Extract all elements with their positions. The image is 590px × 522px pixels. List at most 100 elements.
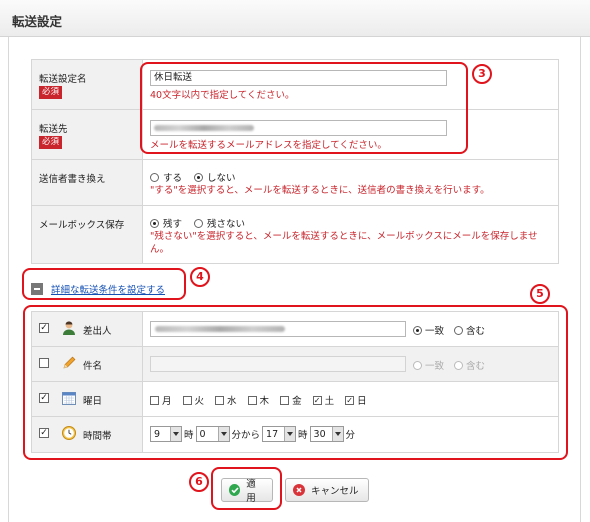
sender-input[interactable] [150,321,406,337]
day-checkbox[interactable] [280,395,290,405]
day-label: 日 [357,396,367,407]
minute-unit: 分 [345,430,356,441]
day-label: 木 [259,396,270,407]
chevron-down-icon[interactable] [331,427,343,441]
sender-match-radio-group: 一致 含む [413,323,495,337]
annotation-number-3: 3 [472,64,492,84]
subject-contains-radio[interactable] [454,360,464,370]
end-minute-select[interactable]: 30 [309,426,344,442]
page-title: 転送設定 [12,14,63,29]
frame-left-border [8,37,9,522]
sender-contains-label: 含む [466,326,486,337]
mailbox-keep-label: 残す [163,219,183,230]
subject-label: 件名 [83,361,103,372]
destination-label: 転送先 [39,124,68,135]
annotation-box-3 [140,62,468,154]
annotation-box-6 [211,467,282,510]
minute-from-unit: 分から [231,430,261,441]
day-checkbox[interactable]: ✓ [312,395,322,405]
rewrite-no-radio[interactable] [194,172,204,182]
chevron-down-icon[interactable] [217,427,229,441]
row-sender-rewrite: 送信者書き換え する しない "する"を選択すると、メールを転送するときに、送信… [32,160,558,206]
forward-conditions-table: ✓ 差出人 一致 含む 件名 一致 含む ✓ 曜日 月 火 水 木 金 ✓ 土 … [31,311,559,453]
pencil-icon [63,356,76,369]
weekday-options: 月 火 水 木 金 ✓ 土 ✓ 日 [150,393,378,407]
sender-exact-radio[interactable] [413,325,422,335]
forward-name-label: 転送設定名 [39,74,87,85]
required-badge: 必須 [39,136,63,149]
condition-row-time: ✓ 時間帯 9 時 0 分から 17 時 30 分 [32,417,558,452]
frame-right-border [580,37,581,522]
mailbox-save-label: メールボックス保存 [39,220,125,231]
day-label: 月 [162,396,172,407]
sender-contains-radio[interactable] [454,325,464,335]
hour-unit: 時 [184,430,194,441]
day-checkbox[interactable] [150,395,159,405]
sender-rewrite-hint: "する"を選択すると、メールを転送するときに、送信者の書き換えを行います。 [150,185,490,196]
cancel-button[interactable]: キャンセル [285,478,369,502]
annotation-number-6: 6 [189,472,209,492]
day-label: 火 [194,396,205,407]
day-option-mon[interactable]: 月 [150,393,172,407]
close-icon [293,484,305,496]
hour-unit: 時 [298,430,308,441]
window-titlebar: 転送設定 [0,0,590,37]
subject-checkbox[interactable] [39,358,49,368]
subject-exact-radio[interactable] [413,360,422,370]
redacted-sender [155,326,285,332]
annotation-box-4 [22,268,186,300]
day-option-sat[interactable]: ✓ 土 [312,393,334,407]
day-label: 水 [227,396,237,407]
mailbox-save-hint-line2: ん。 [150,244,170,255]
day-option-fri[interactable]: 金 [280,393,302,407]
start-minute-value: 0 [199,428,206,440]
sender-checkbox[interactable]: ✓ [39,323,49,333]
end-hour-value: 17 [266,428,279,440]
calendar-icon [62,392,76,405]
subject-input[interactable] [150,356,406,372]
day-option-wed[interactable]: 水 [215,393,237,407]
sender-label: 差出人 [83,326,112,337]
mailbox-keep-radio[interactable] [150,218,159,228]
rewrite-yes-radio[interactable] [150,172,159,182]
time-checkbox[interactable]: ✓ [39,428,49,438]
rewrite-yes-label: する [163,173,183,184]
day-checkbox[interactable] [182,395,192,405]
day-checkbox[interactable] [215,395,225,405]
day-option-sun[interactable]: ✓ 日 [345,393,367,407]
day-checkbox[interactable] [247,395,257,405]
mailbox-save-hint-line1: "残さない"を選択すると、メールを転送するときに、メールボックスにメールを保存し… [150,231,538,242]
required-badge: 必須 [39,86,63,99]
condition-row-sender: ✓ 差出人 一致 含む [32,312,558,347]
start-hour-value: 9 [154,428,161,440]
mailbox-discard-radio[interactable] [194,218,204,228]
time-label: 時間帯 [83,431,112,442]
clock-icon [62,426,76,440]
sender-rewrite-radio-group: する しない [150,170,236,184]
person-icon [63,321,75,335]
day-option-tue[interactable]: 火 [182,393,205,407]
subject-contains-label: 含む [466,361,486,372]
end-hour-select[interactable]: 17 [262,426,297,442]
row-mailbox-save: メールボックス保存 残す 残さない "残さない"を選択すると、メールを転送すると… [32,206,558,263]
sender-exact-label: 一致 [425,326,445,337]
subject-exact-label: 一致 [425,361,445,372]
start-minute-select[interactable]: 0 [195,426,230,442]
cancel-label: キャンセル [311,486,359,497]
start-hour-select[interactable]: 9 [150,426,182,442]
condition-row-weekday: ✓ 曜日 月 火 水 木 金 ✓ 土 ✓ 日 [32,382,558,417]
day-label: 金 [292,396,302,407]
sender-rewrite-label: 送信者書き換え [39,174,106,185]
annotation-number-4: 4 [190,267,210,287]
rewrite-no-label: しない [207,173,236,184]
day-checkbox[interactable]: ✓ [345,395,355,405]
condition-row-subject: 件名 一致 含む [32,347,558,382]
chevron-down-icon[interactable] [170,427,181,441]
annotation-number-5: 5 [530,284,550,304]
time-range-selector: 9 時 0 分から 17 時 30 分 [150,426,357,442]
mailbox-discard-label: 残さない [207,219,246,230]
mailbox-save-radio-group: 残す 残さない [150,216,245,230]
chevron-down-icon[interactable] [284,427,296,441]
weekday-checkbox[interactable]: ✓ [39,393,49,403]
day-option-thu[interactable]: 木 [247,393,270,407]
